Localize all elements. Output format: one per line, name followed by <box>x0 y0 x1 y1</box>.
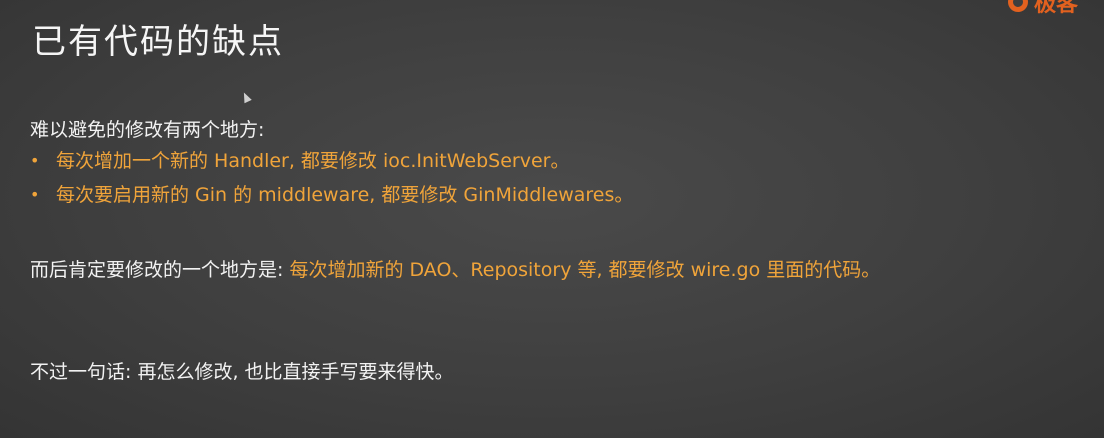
slide-body: 难以避免的修改有两个地方: 每次增加一个新的 Handler, 都要修改 ioc… <box>30 116 1090 386</box>
brand-logo: 极客 <box>1008 0 1104 17</box>
second-point: 而后肯定要修改的一个地方是: 每次增加新的 DAO、Repository 等, … <box>30 256 1090 284</box>
bullet-list: 每次增加一个新的 Handler, 都要修改 ioc.InitWebServer… <box>30 144 1090 212</box>
brand-logo-text: 极客 <box>1034 0 1079 17</box>
conclusion-text: 不过一句话: 再怎么修改, 也比直接手写要来得快。 <box>30 361 454 383</box>
bullet-item: 每次增加一个新的 Handler, 都要修改 ioc.InitWebServer… <box>30 144 1090 178</box>
slide-title: 已有代码的缺点 <box>32 22 284 62</box>
second-point-highlight: 每次增加新的 DAO、Repository 等, 都要修改 wire.go 里面… <box>289 259 881 281</box>
bullet-item: 每次要启用新的 Gin 的 middleware, 都要修改 GinMiddle… <box>30 178 1090 212</box>
mouse-pointer-icon <box>240 90 252 104</box>
second-point-prefix: 而后肯定要修改的一个地方是: <box>30 259 290 281</box>
intro-text: 难以避免的修改有两个地方: <box>30 119 265 141</box>
brand-logo-icon <box>1008 0 1028 12</box>
